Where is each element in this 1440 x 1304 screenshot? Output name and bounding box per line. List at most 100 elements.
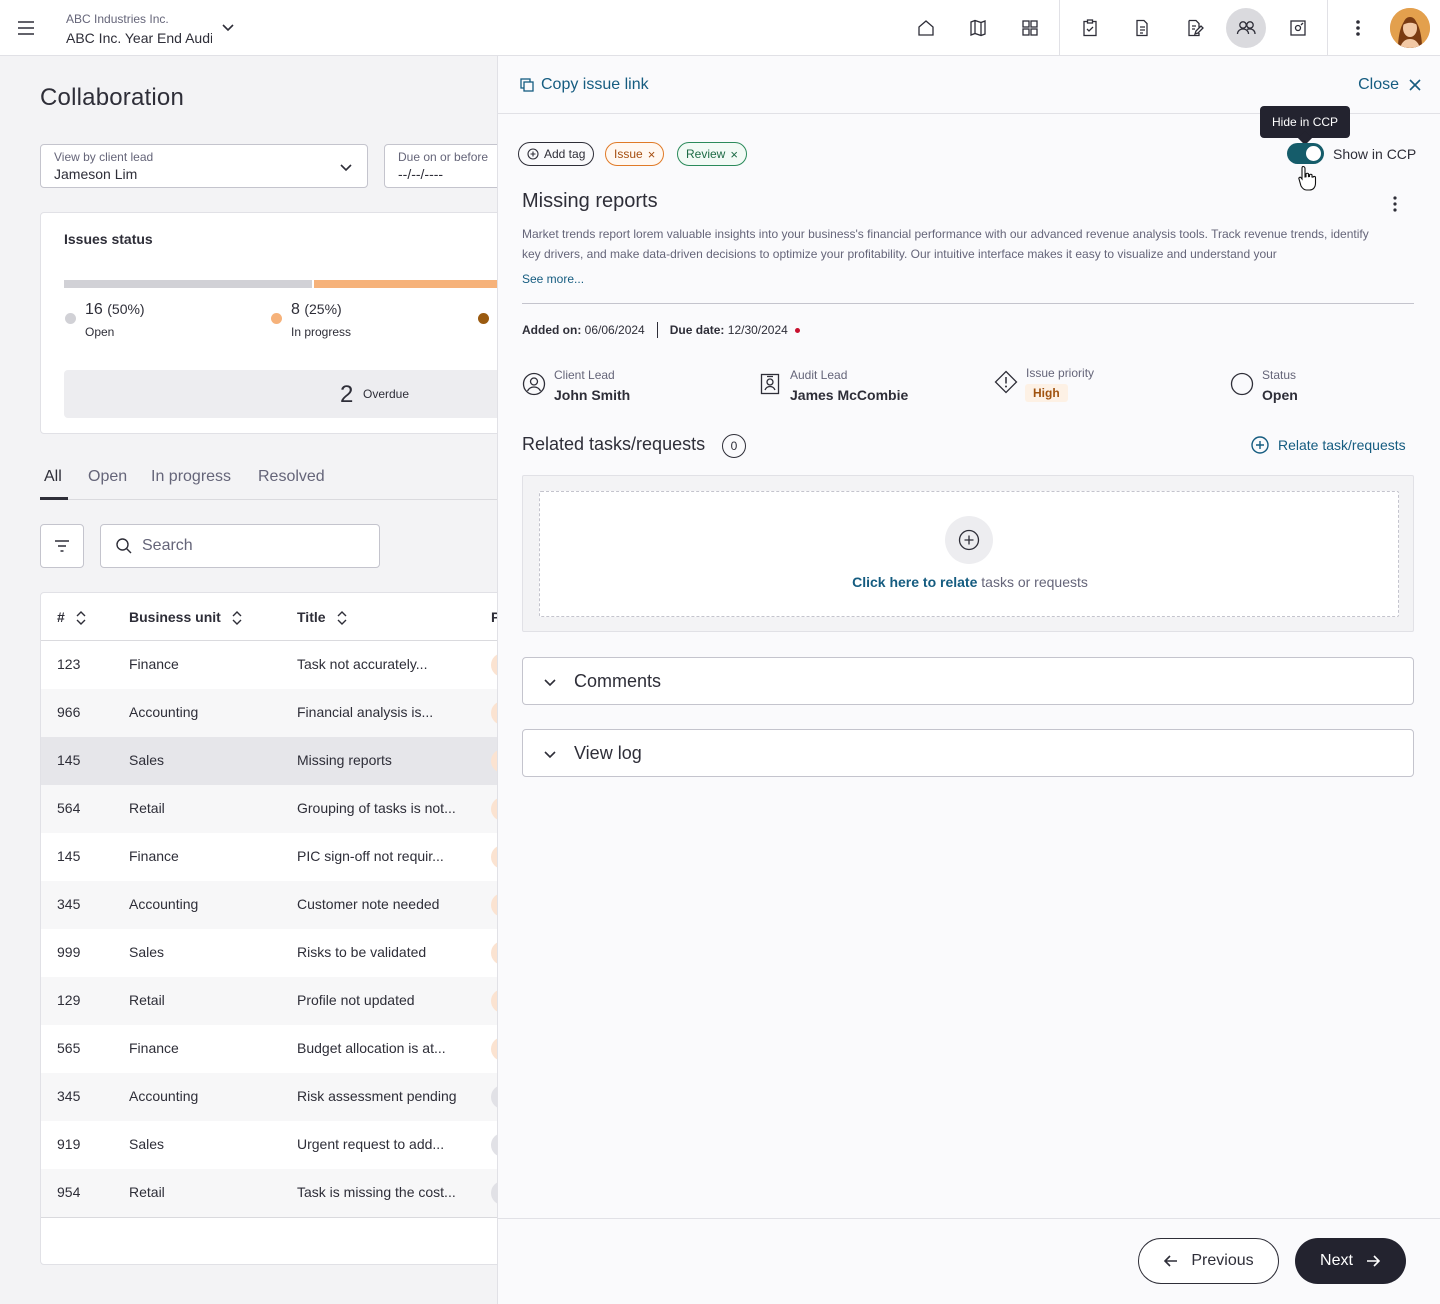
- nav-requests[interactable]: [1174, 8, 1214, 48]
- view-log-accordion[interactable]: View log: [522, 729, 1414, 777]
- column-number[interactable]: #: [57, 609, 87, 626]
- cell-title: Task not accurately...: [297, 656, 428, 672]
- remove-tag-icon[interactable]: ×: [648, 147, 656, 162]
- table-row[interactable]: 123 Finance Task not accurately...: [41, 641, 497, 689]
- cell-unit: Accounting: [129, 896, 199, 912]
- nav-dashboard[interactable]: [1010, 8, 1050, 48]
- show-in-ccp-toggle[interactable]: [1287, 143, 1324, 164]
- tab-in-progress[interactable]: In progress: [151, 468, 231, 486]
- bar-in-progress: [314, 280, 497, 288]
- arrow-right-icon: [1365, 1253, 1381, 1269]
- settings-icon: [1288, 18, 1308, 38]
- document-edit-icon: [1184, 18, 1204, 38]
- table-row[interactable]: 345 Accounting Customer note needed: [41, 881, 497, 929]
- document-icon: [1132, 18, 1152, 38]
- engagement-selector[interactable]: ABC Industries Inc. ABC Inc. Year End Au…: [66, 12, 212, 48]
- chevron-down-icon[interactable]: [219, 18, 237, 36]
- due-date-value: --/--/----: [398, 166, 444, 182]
- related-tasks-area: Click here to relate tasks or requests: [522, 475, 1414, 632]
- tab-open[interactable]: Open: [88, 468, 127, 486]
- add-tag-button[interactable]: Add tag: [518, 142, 595, 166]
- tab-all[interactable]: All: [44, 468, 62, 486]
- status-label: Status: [1262, 368, 1297, 382]
- cell-unit: Finance: [129, 848, 179, 864]
- overdue-summary[interactable]: 2 Overdue: [64, 370, 497, 418]
- table-footer-divider: [41, 1217, 497, 1218]
- cell-title: Risks to be validated: [297, 944, 427, 960]
- table-row[interactable]: 345 Accounting Risk assessment pending: [41, 1073, 497, 1121]
- table-row[interactable]: 954 Retail Task is missing the cost...: [41, 1169, 497, 1217]
- cell-num: 123: [57, 656, 81, 672]
- user-avatar[interactable]: [1390, 8, 1430, 48]
- due-date-field[interactable]: Due on or before --/--/----: [384, 144, 497, 188]
- table-row[interactable]: 999 Sales Risks to be validated: [41, 929, 497, 977]
- in-progress-label: In progress: [291, 325, 352, 339]
- table-row[interactable]: 129 Retail Profile not updated: [41, 977, 497, 1025]
- home-icon: [916, 18, 936, 38]
- id-badge-icon: [758, 372, 782, 396]
- chevron-down-icon: [541, 745, 559, 763]
- in-progress-dot: [271, 313, 282, 324]
- table-row[interactable]: 564 Retail Grouping of tasks is not...: [41, 785, 497, 833]
- next-button[interactable]: Next: [1295, 1238, 1406, 1284]
- cell-unit: Retail: [129, 992, 165, 1008]
- more-options-button[interactable]: [1338, 8, 1378, 48]
- nav-settings[interactable]: [1278, 8, 1318, 48]
- tag-review: Review ×: [677, 142, 747, 166]
- nav-map[interactable]: [958, 8, 998, 48]
- table-row[interactable]: 966 Accounting Financial analysis is...: [41, 689, 497, 737]
- comments-accordion[interactable]: Comments: [522, 657, 1414, 705]
- cell-unit: Sales: [129, 752, 165, 768]
- issue-dates: Added on: 06/06/2024 Due date: 12/30/202…: [522, 322, 800, 338]
- previous-button[interactable]: Previous: [1138, 1238, 1279, 1284]
- column-business-unit-label: Business unit: [129, 609, 221, 625]
- cell-num: 145: [57, 848, 81, 864]
- client-lead-select[interactable]: View by client lead Jameson Lim: [40, 144, 368, 188]
- cell-title: Missing reports: [297, 752, 392, 768]
- dashboard-icon: [1020, 18, 1040, 38]
- table-row[interactable]: 919 Sales Urgent request to add...: [41, 1121, 497, 1169]
- nav-home[interactable]: [906, 8, 946, 48]
- cell-num: 565: [57, 1040, 81, 1056]
- show-in-ccp-toggle-group: Show in CCP: [1287, 143, 1416, 164]
- add-relation-button[interactable]: [945, 516, 993, 564]
- comments-label: Comments: [574, 671, 662, 691]
- issues-status-title: Issues status: [64, 231, 153, 247]
- map-icon: [968, 18, 988, 38]
- column-business-unit[interactable]: Business unit: [129, 609, 243, 626]
- bar-open: [64, 280, 312, 288]
- related-count-badge: 0: [722, 434, 746, 458]
- nav-documents[interactable]: [1122, 8, 1162, 48]
- table-row[interactable]: 145 Sales Missing reports: [41, 737, 497, 785]
- open-percent: (50%): [107, 301, 145, 317]
- relate-task-requests-link[interactable]: Relate task/requests: [1251, 436, 1406, 454]
- filter-button[interactable]: [40, 524, 84, 568]
- relate-dropzone[interactable]: Click here to relate tasks or requests: [539, 491, 1399, 617]
- cell-title: Risk assessment pending: [297, 1088, 457, 1104]
- in-progress-count: 8 (25%): [291, 301, 342, 319]
- more-vertical-icon[interactable]: [1385, 194, 1405, 214]
- menu-icon[interactable]: [14, 16, 38, 40]
- table-header: # Business unit Title P: [41, 593, 497, 641]
- search-input[interactable]: [142, 535, 362, 557]
- client-lead-label: Client Lead: [554, 368, 615, 382]
- see-more-link[interactable]: See more...: [522, 272, 584, 286]
- copy-issue-link[interactable]: Copy issue link: [519, 76, 649, 94]
- issues-status-card: Issues status 16 (50%) Open 8 (25%) In p…: [40, 212, 497, 434]
- cell-num: 564: [57, 800, 81, 816]
- cell-title: PIC sign-off not requir...: [297, 848, 444, 864]
- relate-cta-link[interactable]: Click here to relate: [852, 574, 977, 590]
- nav-collaboration[interactable]: [1226, 8, 1266, 48]
- column-title-label: Title: [297, 609, 326, 625]
- table-row[interactable]: 145 Finance PIC sign-off not requir...: [41, 833, 497, 881]
- remove-tag-icon[interactable]: ×: [730, 147, 738, 162]
- nav-tasks[interactable]: [1070, 8, 1110, 48]
- table-row[interactable]: 565 Finance Budget allocation is at...: [41, 1025, 497, 1073]
- issue-detail-panel: Copy issue link Close Add tag Issue × Re…: [497, 56, 1440, 1304]
- plus-circle-icon: [958, 529, 980, 551]
- due-date-label: Due date:: [669, 323, 725, 337]
- overdue-indicator: [794, 327, 800, 333]
- close-button[interactable]: Close: [1358, 76, 1421, 94]
- tab-resolved[interactable]: Resolved: [258, 468, 325, 486]
- column-title[interactable]: Title: [297, 609, 348, 626]
